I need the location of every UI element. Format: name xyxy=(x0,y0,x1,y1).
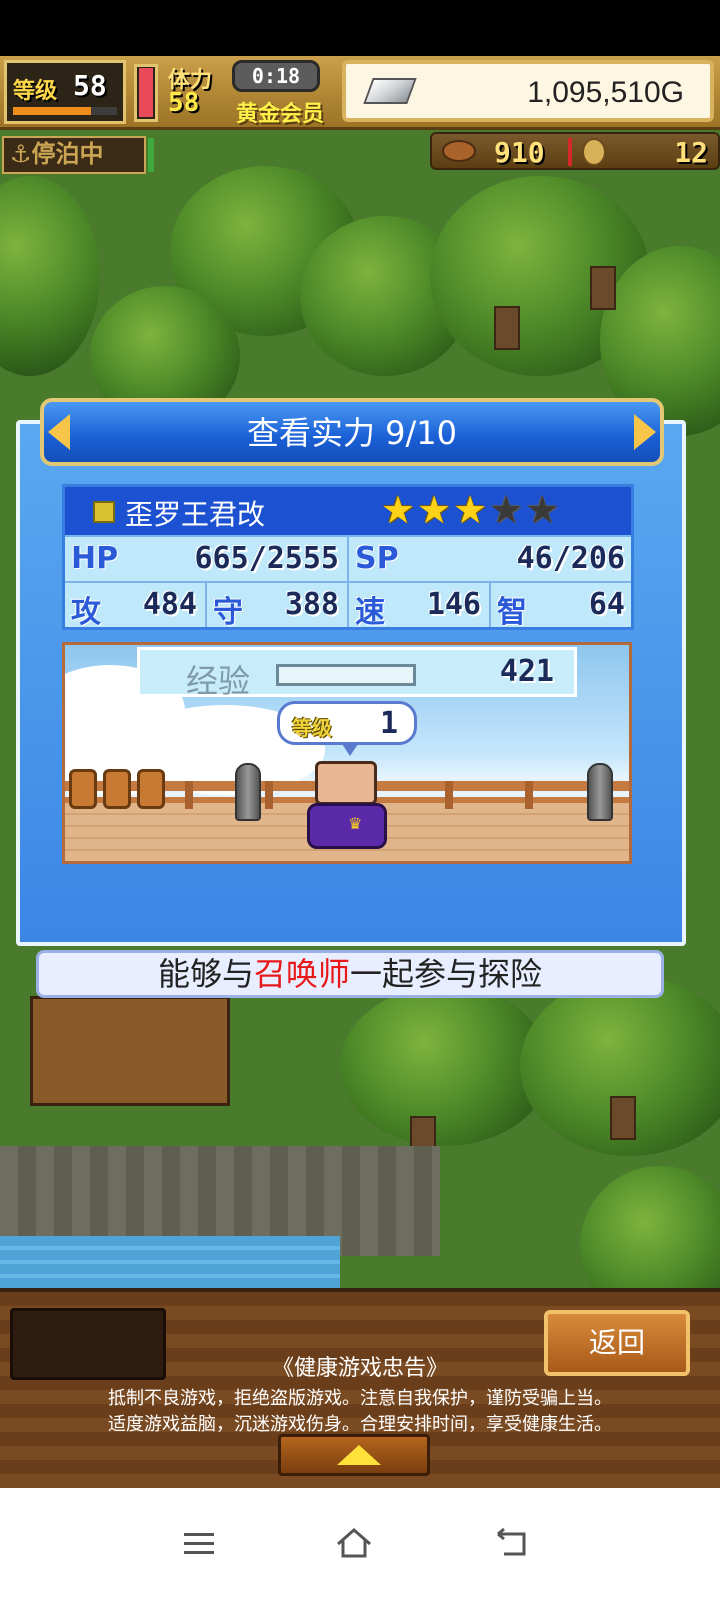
stamina-timer: 0:18 xyxy=(232,60,320,92)
star-filled-icon: ★ xyxy=(417,488,452,532)
navigation-bar xyxy=(0,1488,720,1600)
coin-icon xyxy=(582,138,606,166)
def-label: 守 xyxy=(213,595,243,630)
hp-label: HP xyxy=(71,541,119,576)
int-label: 智 xyxy=(497,595,527,630)
star-empty-icon: ★ xyxy=(489,488,524,532)
top-hud: 等级 58 体力 58 0:18 黄金会员 1,095,510G xyxy=(0,56,720,130)
hp-cell: HP 665/2555 xyxy=(65,537,349,581)
level-value: 58 xyxy=(73,69,107,102)
cannon xyxy=(235,763,261,821)
rail-post xyxy=(445,781,453,809)
rail-post xyxy=(185,781,193,809)
tree xyxy=(0,176,100,376)
int-cell: 智 64 xyxy=(491,583,633,630)
food-count: 910 xyxy=(494,136,545,169)
health-notice-line: 抵制不良游戏，拒绝盗版游戏。注意自我保护，谨防受骗上当。 xyxy=(108,1388,612,1409)
health-notice-title: 《健康游戏忠告》 xyxy=(271,1356,448,1381)
exp-bar xyxy=(276,664,416,686)
character-name: 歪罗王君改 xyxy=(125,498,266,531)
membership-badge[interactable]: 黄金会员 xyxy=(236,96,324,128)
exp-value: 421 xyxy=(499,654,554,689)
player-level-box: 等级 58 xyxy=(4,60,126,124)
spd-label: 速 xyxy=(355,595,385,630)
stamina-value: 58 xyxy=(168,88,200,118)
sp-cell: SP 46/206 xyxy=(349,537,633,581)
level-progress-bar xyxy=(13,107,117,115)
gold-value: 1,095,510G xyxy=(527,76,684,109)
next-arrow-icon[interactable] xyxy=(634,414,656,450)
character-preview-scene: 经验 421 等级 1 ♛ xyxy=(62,642,632,864)
back-icon[interactable] xyxy=(490,1524,534,1564)
bottom-panel: 返回 《健康游戏忠告》 抵制不良游戏，拒绝盗版游戏。注意自我保护，谨防受骗上当。… xyxy=(0,1288,720,1488)
expand-menu-button[interactable] xyxy=(278,1434,430,1476)
health-notice-line: 适度游戏益脑，沉迷游戏伤身。合理安排时间，享受健康生活。 xyxy=(108,1414,612,1435)
stat-row-attributes: 攻 484 守 388 速 146 智 64 xyxy=(65,581,633,630)
arrow-up-icon xyxy=(337,1445,381,1465)
barrel xyxy=(103,769,131,809)
food-icon xyxy=(442,140,476,162)
atk-cell: 攻 484 xyxy=(65,583,207,630)
bubble-level-value: 1 xyxy=(379,706,398,741)
def-value: 388 xyxy=(284,587,339,622)
caption-text: 能够与 xyxy=(157,955,254,993)
character-header: 歪罗王君改 ★ ★ ★ ★ ★ xyxy=(65,487,631,535)
sp-label: SP xyxy=(355,541,399,576)
star-empty-icon: ★ xyxy=(525,488,560,532)
dialog-header: 查看实力 9/10 xyxy=(40,398,664,466)
dialog-title: 查看实力 9/10 xyxy=(246,414,458,452)
character-stats-card: 歪罗王君改 ★ ★ ★ ★ ★ HP 665/2555 SP 46/206 攻 484 … xyxy=(62,484,634,630)
status-bar xyxy=(0,0,720,56)
home-icon[interactable] xyxy=(332,1524,376,1564)
star-filled-icon: ★ xyxy=(453,488,488,532)
character-head xyxy=(315,761,377,805)
exp-panel: 经验 421 xyxy=(137,647,577,700)
rail-post xyxy=(525,781,533,809)
level-label: 等级 xyxy=(13,79,58,104)
level-progress-fill xyxy=(13,107,91,115)
rank-icon xyxy=(93,501,115,523)
tree-trunk xyxy=(590,266,616,310)
barrel xyxy=(69,769,97,809)
character-body: ♛ xyxy=(307,803,387,849)
int-value: 64 xyxy=(588,587,625,622)
rail-post xyxy=(265,781,273,809)
spd-cell: 速 146 xyxy=(349,583,491,630)
character-sprite: ♛ xyxy=(295,761,395,857)
atk-value: 484 xyxy=(142,587,197,622)
caption-highlight: 召唤师 xyxy=(253,955,350,993)
crown-badge-icon: ♛ xyxy=(348,814,363,833)
stamina-fill xyxy=(139,67,153,117)
rarity-stars: ★ ★ ★ ★ ★ xyxy=(381,489,559,531)
house xyxy=(30,996,230,1106)
stat-row-hp-sp: HP 665/2555 SP 46/206 xyxy=(65,535,631,581)
tree-trunk xyxy=(610,1096,636,1140)
cannon xyxy=(587,763,613,821)
stamina-gauge xyxy=(134,64,158,122)
character-description: 能够与召唤师一起参与探险 xyxy=(36,950,664,998)
coin-count: 12 xyxy=(674,136,708,169)
silver-bar-icon xyxy=(363,78,417,104)
prev-arrow-icon[interactable] xyxy=(48,414,70,450)
sp-value: 46/206 xyxy=(516,541,625,576)
exp-label: 经验 xyxy=(186,662,251,700)
spd-value: 146 xyxy=(426,587,481,622)
bubble-level-label: 等级 xyxy=(292,716,332,740)
caption-text: 一起参与探险 xyxy=(350,955,543,993)
resource-bar: 910 12 xyxy=(430,132,720,170)
dock-status[interactable]: ⚓停泊中 xyxy=(2,136,146,174)
menu-icon[interactable] xyxy=(178,1524,222,1564)
hp-value: 665/2555 xyxy=(194,541,340,576)
gold-display[interactable]: 1,095,510G xyxy=(342,60,714,122)
star-filled-icon: ★ xyxy=(381,488,416,532)
resource-divider xyxy=(568,138,572,166)
dock-indicator xyxy=(148,138,154,172)
def-cell: 守 388 xyxy=(207,583,349,630)
barrel xyxy=(137,769,165,809)
tree-trunk xyxy=(494,306,520,350)
tree xyxy=(340,986,550,1146)
level-bubble: 等级 1 xyxy=(277,701,417,756)
atk-label: 攻 xyxy=(71,595,101,630)
